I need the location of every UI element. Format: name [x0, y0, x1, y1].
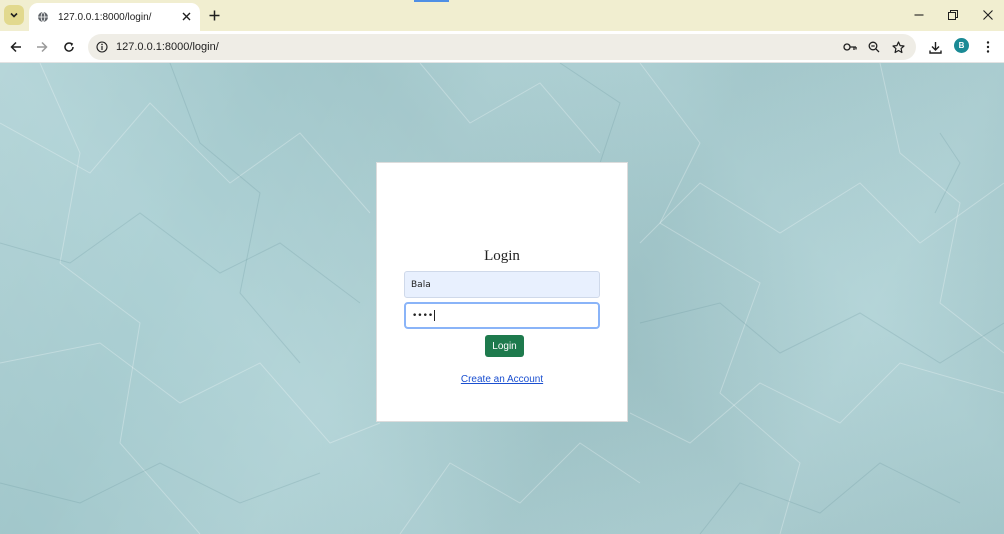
- close-icon: [182, 12, 191, 21]
- window-close-button[interactable]: [975, 4, 1001, 26]
- page-background: Login Bala •••• Login Create an Account: [0, 63, 1004, 534]
- tab-search-button[interactable]: [4, 5, 24, 25]
- text-caret: [434, 310, 436, 321]
- restore-icon: [948, 10, 958, 20]
- url-text[interactable]: 127.0.0.1:8000/login/: [116, 41, 219, 53]
- tab-strip-accent: [414, 0, 449, 2]
- globe-icon: [37, 11, 49, 23]
- arrow-left-icon: [10, 41, 21, 53]
- login-button[interactable]: Login: [485, 335, 524, 357]
- create-account-link: Create an Account: [377, 374, 627, 385]
- password-value: ••••: [412, 310, 434, 321]
- username-value: Bala: [411, 279, 431, 290]
- reload-button[interactable]: [58, 36, 80, 58]
- download-icon: [928, 41, 942, 54]
- new-tab-button[interactable]: [205, 6, 223, 24]
- downloads-button[interactable]: [924, 36, 946, 58]
- login-card: Login Bala •••• Login Create an Account: [376, 162, 628, 422]
- zoom-button[interactable]: [865, 38, 883, 56]
- browser-tab[interactable]: 127.0.0.1:8000/login/: [29, 3, 200, 31]
- chevron-down-icon: [10, 12, 18, 18]
- tab-strip: 127.0.0.1:8000/login/: [0, 0, 1004, 31]
- arrow-right-icon: [37, 41, 48, 53]
- tab-close-button[interactable]: [179, 9, 194, 24]
- zoom-icon: [868, 41, 880, 53]
- star-icon: [891, 40, 905, 53]
- create-account-link-text[interactable]: Create an Account: [461, 374, 543, 385]
- browser-menu-button[interactable]: [977, 36, 999, 58]
- browser-toolbar: 127.0.0.1:8000/login/ B: [0, 31, 1004, 63]
- login-title: Login: [484, 248, 520, 264]
- plus-icon: [209, 10, 219, 20]
- tab-title: 127.0.0.1:8000/login/: [58, 11, 152, 23]
- passwords-button[interactable]: [841, 38, 859, 56]
- minimize-button[interactable]: [906, 4, 932, 26]
- forward-button[interactable]: [31, 36, 53, 58]
- kebab-menu-icon: [986, 41, 990, 53]
- minimize-icon: [914, 14, 924, 16]
- info-icon: [96, 41, 108, 53]
- profile-avatar[interactable]: B: [954, 38, 969, 53]
- username-input[interactable]: Bala: [404, 271, 600, 298]
- restore-button[interactable]: [940, 4, 966, 26]
- address-bar[interactable]: 127.0.0.1:8000/login/: [88, 34, 916, 60]
- reload-icon: [64, 42, 74, 52]
- key-icon: [843, 43, 857, 51]
- site-info-button[interactable]: [93, 38, 111, 56]
- bookmark-button[interactable]: [889, 38, 907, 56]
- password-input[interactable]: ••••: [404, 302, 600, 329]
- close-icon: [983, 10, 993, 20]
- back-button[interactable]: [5, 36, 27, 58]
